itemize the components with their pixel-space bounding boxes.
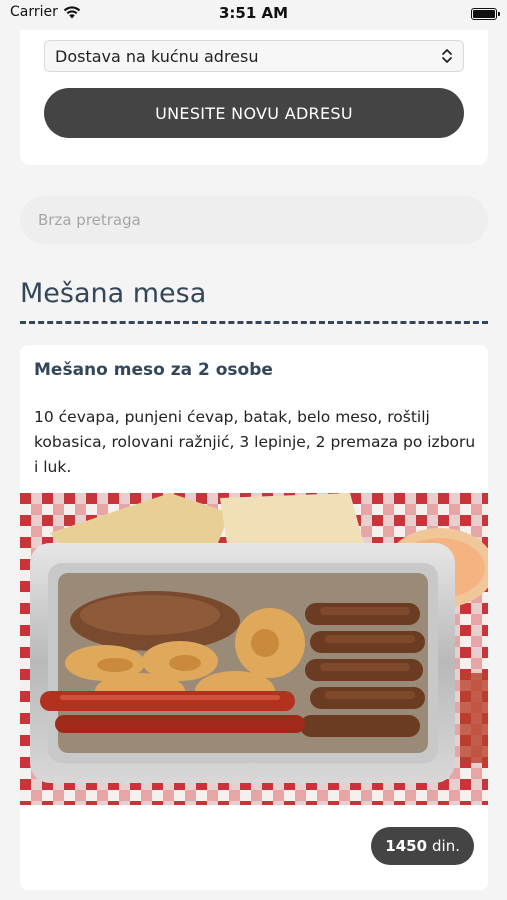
price-currency: din. (432, 837, 460, 855)
product-image (20, 493, 488, 805)
delivery-method-value: Dostava na kućnu adresu (55, 46, 259, 66)
search-bar[interactable] (20, 196, 488, 244)
product-card[interactable]: Mešano meso za 2 osobe 10 ćevapa, punjen… (20, 345, 488, 890)
search-input[interactable] (38, 211, 458, 229)
battery-icon (471, 8, 500, 20)
new-address-button[interactable]: UNESITE NOVU ADRESU (44, 88, 464, 138)
select-chevrons-icon (442, 49, 452, 63)
product-name: Mešano meso za 2 osobe (34, 360, 273, 380)
section-divider (20, 321, 488, 324)
status-time: 3:51 AM (218, 4, 289, 22)
price-badge: 1450 din. (371, 827, 474, 865)
mixed-grill-photo (20, 493, 488, 805)
status-bar: Carrier 3:51 AM (0, 0, 507, 30)
section-title: Mešana mesa (20, 278, 207, 309)
delivery-method-select[interactable]: Dostava na kućnu adresu (44, 40, 464, 72)
price-amount: 1450 (385, 837, 428, 855)
product-description: 10 ćevapa, punjeni ćevap, batak, belo me… (34, 408, 476, 476)
